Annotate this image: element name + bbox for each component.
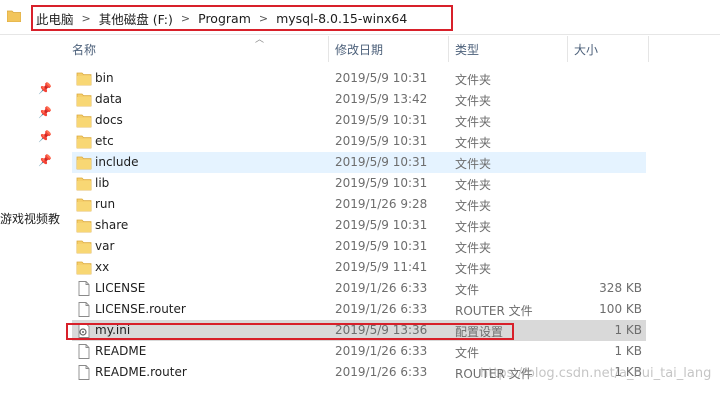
file-date: 2019/1/26 6:33 [335, 344, 428, 358]
file-size: 1 KB [614, 323, 642, 337]
folder-icon [76, 113, 92, 128]
file-type: ROUTER 文件 [455, 304, 533, 318]
file-name: run [95, 197, 116, 211]
file-name: share [95, 218, 129, 232]
navigation-pane: 📌 📌 📌 📌 游戏视频教 [0, 34, 62, 395]
file-row[interactable]: LICENSE.router 2019/1/26 6:33 ROUTER 文件 100… [72, 299, 646, 320]
file-date: 2019/1/26 6:33 [335, 302, 428, 316]
file-type: 文件 [455, 346, 480, 360]
folder-icon [76, 155, 92, 170]
folder-icon [76, 176, 92, 191]
file-date: 2019/1/26 6:33 [335, 281, 428, 295]
folder-icon [76, 218, 92, 233]
column-header: ︿ 名称 修改日期 类型 大小 [62, 35, 720, 62]
file-name: lib [95, 176, 110, 190]
file-date: 2019/5/9 10:31 [335, 239, 428, 253]
file-name: bin [95, 71, 114, 85]
folder-icon [76, 197, 92, 212]
file-size: 100 KB [599, 302, 642, 316]
highlight-box-my-ini [66, 323, 514, 340]
file-type: 文件夹 [455, 241, 492, 255]
file-date: 2019/5/9 10:31 [335, 176, 428, 190]
column-type[interactable]: 类型 [455, 41, 479, 58]
nav-item-label[interactable]: 游戏视频教 [0, 210, 60, 227]
folder-icon [76, 260, 92, 275]
file-type: 文件夹 [455, 220, 492, 234]
file-type: 文件夹 [455, 73, 492, 87]
watermark: https://blog.csdn.net/a_hui_tai_lang [480, 366, 712, 381]
file-name: xx [95, 260, 110, 274]
file-name: LICENSE [95, 281, 146, 295]
file-type: 文件夹 [455, 136, 492, 150]
folder-icon [76, 71, 92, 86]
file-row[interactable]: data 2019/5/9 13:42 文件夹 [72, 89, 646, 110]
file-type: 文件夹 [455, 199, 492, 213]
folder-icon [76, 92, 92, 107]
pin-icon[interactable]: 📌 [38, 82, 52, 95]
file-row[interactable]: etc 2019/5/9 10:31 文件夹 [72, 131, 646, 152]
file-size: 328 KB [599, 281, 642, 295]
file-size: 1 KB [614, 344, 642, 358]
pin-icon[interactable]: 📌 [38, 106, 52, 119]
file-row[interactable]: include 2019/5/9 10:31 文件夹 [72, 152, 646, 173]
file-name: var [95, 239, 115, 253]
file-row[interactable]: LICENSE 2019/1/26 6:33 文件 328 KB [72, 278, 646, 299]
folder-icon [7, 10, 21, 22]
file-type: 文件夹 [455, 157, 492, 171]
file-row[interactable]: bin 2019/5/9 10:31 文件夹 [72, 68, 646, 89]
file-icon [76, 281, 92, 296]
file-date: 2019/5/9 10:31 [335, 134, 428, 148]
file-type: 文件 [455, 283, 480, 297]
file-icon [76, 344, 92, 359]
file-name: data [95, 92, 123, 106]
file-name: README.router [95, 365, 187, 379]
file-icon [76, 302, 92, 317]
file-date: 2019/5/9 10:31 [335, 113, 428, 127]
file-row[interactable]: xx 2019/5/9 11:41 文件夹 [72, 257, 646, 278]
file-name: include [95, 155, 139, 169]
folder-icon [76, 239, 92, 254]
column-divider[interactable] [567, 36, 568, 62]
breadcrumb-highlight-box [31, 5, 453, 31]
column-size[interactable]: 大小 [574, 41, 598, 58]
file-row[interactable]: share 2019/5/9 10:31 文件夹 [72, 215, 646, 236]
file-row[interactable]: docs 2019/5/9 10:31 文件夹 [72, 110, 646, 131]
file-date: 2019/5/9 13:42 [335, 92, 428, 106]
file-date: 2019/1/26 6:33 [335, 365, 428, 379]
column-divider[interactable] [648, 36, 649, 62]
file-date: 2019/5/9 10:31 [335, 71, 428, 85]
column-divider[interactable] [328, 36, 329, 62]
file-date: 2019/5/9 11:41 [335, 260, 428, 274]
file-row[interactable]: README 2019/1/26 6:33 文件 1 KB [72, 341, 646, 362]
folder-icon [76, 134, 92, 149]
file-row[interactable]: run 2019/1/26 9:28 文件夹 [72, 194, 646, 215]
address-bar[interactable]: 此电脑 > 其他磁盘 (F:) > Program > mysql-8.0.15… [0, 0, 720, 35]
file-type: 文件夹 [455, 94, 492, 108]
file-name: README [95, 344, 147, 358]
column-name[interactable]: 名称 [72, 41, 96, 58]
sort-ascending-icon: ︿ [255, 35, 265, 45]
file-name: etc [95, 134, 114, 148]
file-type: 文件夹 [455, 178, 492, 192]
file-type: 文件夹 [455, 262, 492, 276]
column-date[interactable]: 修改日期 [335, 41, 383, 58]
file-row[interactable]: lib 2019/5/9 10:31 文件夹 [72, 173, 646, 194]
file-date: 2019/1/26 9:28 [335, 197, 428, 211]
file-icon [76, 365, 92, 380]
file-date: 2019/5/9 10:31 [335, 155, 428, 169]
file-row[interactable]: var 2019/5/9 10:31 文件夹 [72, 236, 646, 257]
column-divider[interactable] [448, 36, 449, 62]
pin-icon[interactable]: 📌 [38, 130, 52, 143]
file-name: LICENSE.router [95, 302, 186, 316]
file-name: docs [95, 113, 123, 127]
pin-icon[interactable]: 📌 [38, 154, 52, 167]
file-type: 文件夹 [455, 115, 492, 129]
file-date: 2019/5/9 10:31 [335, 218, 428, 232]
